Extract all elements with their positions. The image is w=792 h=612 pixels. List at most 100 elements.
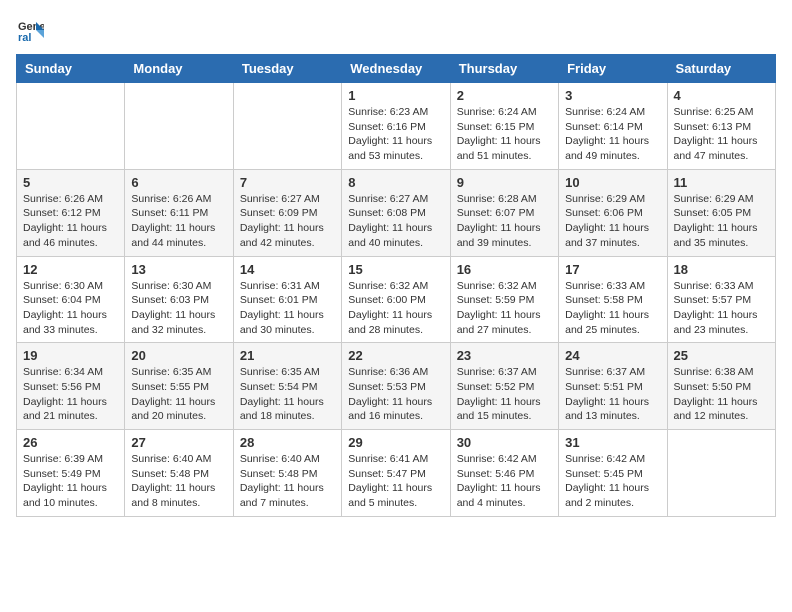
day-number: 9: [457, 175, 552, 190]
day-info: Sunrise: 6:40 AM Sunset: 5:48 PM Dayligh…: [240, 452, 335, 511]
day-number: 1: [348, 88, 443, 103]
calendar-cell: 10 Sunrise: 6:29 AM Sunset: 6:06 PM Dayli…: [559, 169, 667, 256]
day-number: 4: [674, 88, 769, 103]
calendar-cell: [233, 83, 341, 170]
calendar-cell: 12 Sunrise: 6:30 AM Sunset: 6:04 PM Dayli…: [17, 256, 125, 343]
calendar-cell: 25 Sunrise: 6:38 AM Sunset: 5:50 PM Dayli…: [667, 343, 775, 430]
calendar-cell: 18Sunrise: 6:33 AM Sunset: 5:57 PM Dayli…: [667, 256, 775, 343]
day-info: Sunrise: 6:27 AM Sunset: 6:08 PM Dayligh…: [348, 192, 443, 251]
day-number: 8: [348, 175, 443, 190]
calendar-cell: 21 Sunrise: 6:35 AM Sunset: 5:54 PM Dayli…: [233, 343, 341, 430]
day-number: 3: [565, 88, 660, 103]
calendar-cell: 23 Sunrise: 6:37 AM Sunset: 5:52 PM Dayli…: [450, 343, 558, 430]
calendar-cell: 26 Sunrise: 6:39 AM Sunset: 5:49 PM Dayli…: [17, 430, 125, 517]
calendar-cell: 22Sunrise: 6:36 AM Sunset: 5:53 PM Dayli…: [342, 343, 450, 430]
day-info: Sunrise: 6:35 AM Sunset: 5:54 PM Dayligh…: [240, 365, 335, 424]
day-number: 14: [240, 262, 335, 277]
calendar-cell: 13 Sunrise: 6:30 AM Sunset: 6:03 PM Dayli…: [125, 256, 233, 343]
logo: Gene ral: [16, 16, 48, 44]
calendar-cell: 16 Sunrise: 6:32 AM Sunset: 5:59 PM Dayli…: [450, 256, 558, 343]
calendar-cell: 7 Sunrise: 6:27 AM Sunset: 6:09 PM Daylig…: [233, 169, 341, 256]
day-number: 31: [565, 435, 660, 450]
day-info: Sunrise: 6:25 AM Sunset: 6:13 PM Dayligh…: [674, 105, 769, 164]
day-number: 10: [565, 175, 660, 190]
calendar-cell: 1Sunrise: 6:23 AM Sunset: 6:16 PM Daylig…: [342, 83, 450, 170]
calendar-cell: 30Sunrise: 6:42 AM Sunset: 5:46 PM Dayli…: [450, 430, 558, 517]
day-number: 22: [348, 348, 443, 363]
day-info: Sunrise: 6:30 AM Sunset: 6:03 PM Dayligh…: [131, 279, 226, 338]
day-info: Sunrise: 6:42 AM Sunset: 5:45 PM Dayligh…: [565, 452, 660, 511]
day-number: 16: [457, 262, 552, 277]
day-number: 27: [131, 435, 226, 450]
calendar-cell: 20 Sunrise: 6:35 AM Sunset: 5:55 PM Dayli…: [125, 343, 233, 430]
calendar-cell: 19 Sunrise: 6:34 AM Sunset: 5:56 PM Dayli…: [17, 343, 125, 430]
calendar-cell: 17Sunrise: 6:33 AM Sunset: 5:58 PM Dayli…: [559, 256, 667, 343]
day-info: Sunrise: 6:26 AM Sunset: 6:12 PM Dayligh…: [23, 192, 118, 251]
calendar-table: SundayMondayTuesdayWednesdayThursdayFrid…: [16, 54, 776, 517]
calendar-week-row: 26 Sunrise: 6:39 AM Sunset: 5:49 PM Dayli…: [17, 430, 776, 517]
day-number: 5: [23, 175, 118, 190]
day-number: 23: [457, 348, 552, 363]
column-header-friday: Friday: [559, 55, 667, 83]
calendar-cell: 5 Sunrise: 6:26 AM Sunset: 6:12 PM Daylig…: [17, 169, 125, 256]
calendar-cell: 24 Sunrise: 6:37 AM Sunset: 5:51 PM Dayli…: [559, 343, 667, 430]
calendar-cell: [17, 83, 125, 170]
day-info: Sunrise: 6:38 AM Sunset: 5:50 PM Dayligh…: [674, 365, 769, 424]
day-number: 21: [240, 348, 335, 363]
day-info: Sunrise: 6:39 AM Sunset: 5:49 PM Dayligh…: [23, 452, 118, 511]
day-number: 25: [674, 348, 769, 363]
day-number: 24: [565, 348, 660, 363]
day-number: 26: [23, 435, 118, 450]
day-info: Sunrise: 6:33 AM Sunset: 5:58 PM Dayligh…: [565, 279, 660, 338]
day-info: Sunrise: 6:35 AM Sunset: 5:55 PM Dayligh…: [131, 365, 226, 424]
day-number: 19: [23, 348, 118, 363]
day-info: Sunrise: 6:29 AM Sunset: 6:06 PM Dayligh…: [565, 192, 660, 251]
day-info: Sunrise: 6:31 AM Sunset: 6:01 PM Dayligh…: [240, 279, 335, 338]
calendar-cell: 11 Sunrise: 6:29 AM Sunset: 6:05 PM Dayli…: [667, 169, 775, 256]
day-number: 20: [131, 348, 226, 363]
calendar-week-row: 19 Sunrise: 6:34 AM Sunset: 5:56 PM Dayli…: [17, 343, 776, 430]
day-info: Sunrise: 6:42 AM Sunset: 5:46 PM Dayligh…: [457, 452, 552, 511]
day-number: 7: [240, 175, 335, 190]
calendar-cell: 8 Sunrise: 6:27 AM Sunset: 6:08 PM Daylig…: [342, 169, 450, 256]
day-number: 15: [348, 262, 443, 277]
calendar-cell: 31 Sunrise: 6:42 AM Sunset: 5:45 PM Dayli…: [559, 430, 667, 517]
day-info: Sunrise: 6:29 AM Sunset: 6:05 PM Dayligh…: [674, 192, 769, 251]
day-info: Sunrise: 6:24 AM Sunset: 6:15 PM Dayligh…: [457, 105, 552, 164]
calendar-week-row: 1Sunrise: 6:23 AM Sunset: 6:16 PM Daylig…: [17, 83, 776, 170]
day-info: Sunrise: 6:40 AM Sunset: 5:48 PM Dayligh…: [131, 452, 226, 511]
day-number: 2: [457, 88, 552, 103]
calendar-cell: 3 Sunrise: 6:24 AM Sunset: 6:14 PM Daylig…: [559, 83, 667, 170]
day-number: 13: [131, 262, 226, 277]
calendar-cell: [125, 83, 233, 170]
day-number: 29: [348, 435, 443, 450]
day-number: 11: [674, 175, 769, 190]
day-number: 6: [131, 175, 226, 190]
column-header-monday: Monday: [125, 55, 233, 83]
day-number: 18: [674, 262, 769, 277]
day-info: Sunrise: 6:32 AM Sunset: 6:00 PM Dayligh…: [348, 279, 443, 338]
calendar-cell: 6Sunrise: 6:26 AM Sunset: 6:11 PM Daylig…: [125, 169, 233, 256]
day-number: 28: [240, 435, 335, 450]
day-info: Sunrise: 6:32 AM Sunset: 5:59 PM Dayligh…: [457, 279, 552, 338]
svg-text:ral: ral: [18, 32, 31, 44]
page-header: Gene ral: [16, 16, 776, 44]
calendar-cell: 9 Sunrise: 6:28 AM Sunset: 6:07 PM Daylig…: [450, 169, 558, 256]
day-number: 12: [23, 262, 118, 277]
calendar-week-row: 12 Sunrise: 6:30 AM Sunset: 6:04 PM Dayli…: [17, 256, 776, 343]
column-header-tuesday: Tuesday: [233, 55, 341, 83]
day-info: Sunrise: 6:27 AM Sunset: 6:09 PM Dayligh…: [240, 192, 335, 251]
calendar-cell: [667, 430, 775, 517]
day-info: Sunrise: 6:30 AM Sunset: 6:04 PM Dayligh…: [23, 279, 118, 338]
column-header-saturday: Saturday: [667, 55, 775, 83]
column-header-wednesday: Wednesday: [342, 55, 450, 83]
day-info: Sunrise: 6:34 AM Sunset: 5:56 PM Dayligh…: [23, 365, 118, 424]
day-info: Sunrise: 6:28 AM Sunset: 6:07 PM Dayligh…: [457, 192, 552, 251]
day-info: Sunrise: 6:41 AM Sunset: 5:47 PM Dayligh…: [348, 452, 443, 511]
day-info: Sunrise: 6:37 AM Sunset: 5:52 PM Dayligh…: [457, 365, 552, 424]
calendar-cell: 14 Sunrise: 6:31 AM Sunset: 6:01 PM Dayli…: [233, 256, 341, 343]
column-header-sunday: Sunday: [17, 55, 125, 83]
calendar-week-row: 5 Sunrise: 6:26 AM Sunset: 6:12 PM Daylig…: [17, 169, 776, 256]
day-info: Sunrise: 6:37 AM Sunset: 5:51 PM Dayligh…: [565, 365, 660, 424]
day-info: Sunrise: 6:24 AM Sunset: 6:14 PM Dayligh…: [565, 105, 660, 164]
